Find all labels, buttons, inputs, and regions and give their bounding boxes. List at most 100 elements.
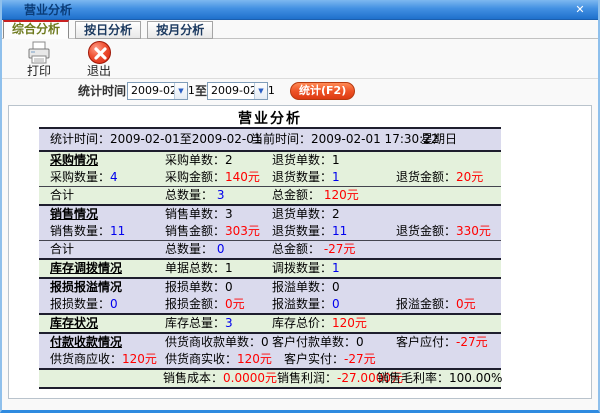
report-row: 采购数量：4采购金额：140元退货数量：1退货金额：20元 (39, 169, 501, 186)
print-button-label: 打印 (16, 65, 62, 77)
cell-label: 采购单数： (165, 153, 225, 167)
report-cell: 客户付款单数：0 (272, 334, 364, 351)
cell-value: 120元 (332, 316, 367, 330)
report-cell: 采购金额：140元 (165, 169, 260, 186)
report-cell: 销售情况 (50, 206, 98, 223)
cell-value: -27元 (344, 352, 376, 366)
cell-label: 统计时间：2009-02-01至2009-02-01 (50, 132, 261, 146)
report-cell: 报溢金额：0元 (396, 296, 476, 313)
cell-label: 调拨数量： (272, 261, 332, 275)
cell-value: -27元 (320, 242, 355, 256)
report-title: 营业分析 (39, 108, 501, 128)
cell-label: 采购数量： (50, 170, 110, 184)
cell-value: 1 (332, 261, 340, 275)
exit-button-label: 退出 (76, 65, 122, 77)
report-cell: 总金额： -27元 (272, 241, 355, 258)
report-cell: 库存状况 (50, 315, 98, 332)
report-cell: 报溢数量：0 (272, 296, 340, 313)
chevron-down-icon[interactable]: ▼ (254, 83, 267, 99)
report-section: 销售情况销售单数：3退货单数：2销售数量：11销售金额：303元退货数量：11退… (39, 206, 501, 260)
cell-label: 退货金额： (396, 170, 456, 184)
cell-label: 库存调拨情况 (50, 261, 122, 275)
report-cell: 销售成本：0.0000元 (163, 370, 277, 387)
cell-value: 3 (213, 188, 224, 202)
report-row: 合计总数量： 0总金额： -27元 (39, 241, 501, 258)
cell-value: 1 (332, 153, 340, 167)
cell-value: 11 (332, 224, 347, 238)
cell-label: 销售情况 (50, 207, 98, 221)
cell-label: 报损金额： (165, 297, 225, 311)
cell-label: 总金额： (272, 242, 320, 256)
report-row: 报损数量：0报损金额：0元报溢数量：0报溢金额：0元 (39, 296, 501, 313)
report-section: 销售成本：0.0000元销售利润：-27.0000元销售毛利率：100.00% (39, 370, 501, 389)
report-table: 统计时间：2009-02-01至2009-02-01当前时间：2009-02-0… (39, 127, 501, 389)
cell-value: 120元 (122, 352, 157, 366)
cell-value: 0 (332, 297, 340, 311)
close-icon[interactable]: ✕ (572, 2, 588, 18)
cell-value: 3 (225, 316, 233, 330)
cell-label: 报溢金额： (396, 297, 456, 311)
report-cell: 库存总量：3 (165, 315, 233, 332)
report-cell: 退货金额：20元 (396, 169, 483, 186)
exit-button[interactable]: 退出 (76, 40, 122, 77)
cell-label: 报溢数量： (272, 297, 332, 311)
cell-value: 2 (225, 153, 233, 167)
report-cell: 采购单数：2 (165, 152, 233, 169)
printer-icon (16, 41, 62, 65)
cell-label: 总金额： (272, 188, 320, 202)
cell-value: 0 (332, 280, 340, 294)
window-title: 营业分析 (24, 0, 72, 20)
report-cell: 销售单数：3 (165, 206, 233, 223)
cell-label: 退货单数： (272, 153, 332, 167)
report-cell: 当前时间：2009-02-01 17:30:22 (251, 129, 438, 150)
report-cell: 库存调拨情况 (50, 260, 122, 277)
report-row: 库存调拨情况单据总数：1调拨数量：1 (39, 260, 501, 277)
report-cell: 供货商实收：120元 (165, 351, 272, 368)
cell-label: 库存总价： (272, 316, 332, 330)
tab-monthly-analysis[interactable]: 按月分析 (147, 21, 213, 39)
cell-label: 合计 (50, 242, 74, 256)
report-row: 销售成本：0.0000元销售利润：-27.0000元销售毛利率：100.00% (39, 370, 501, 387)
cell-label: 客户应付： (396, 335, 456, 349)
to-date-combobox[interactable]: 2009-02-01 ▼ (207, 82, 268, 100)
exit-icon (76, 41, 122, 65)
from-date-combobox[interactable]: 2009-02-01 ▼ (127, 82, 188, 100)
cell-value: 120元 (237, 352, 272, 366)
cell-label: 客户实付： (284, 352, 344, 366)
report-row: 付款收款情况 供货商收款单数：0客户付款单数：0 客户应付：-27元 (39, 334, 501, 351)
title-bar: 营业分析 ✕ (2, 0, 598, 20)
cell-value: -27元 (456, 335, 488, 349)
report-row: 统计时间：2009-02-01至2009-02-01当前时间：2009-02-0… (39, 129, 501, 150)
report-cell: 报溢单数：0 (272, 279, 340, 296)
tab-comprehensive-analysis[interactable]: 综合分析 (3, 20, 69, 39)
cell-label: 报损报溢情况 (50, 280, 122, 294)
toolbar-separator (2, 78, 598, 79)
cell-value: 11 (110, 224, 125, 238)
cell-label: 客户付款单数： (272, 335, 356, 349)
cell-value: 0 (110, 297, 118, 311)
report-row: 销售情况销售单数：3退货单数：2 (39, 206, 501, 223)
chevron-down-icon[interactable]: ▼ (174, 83, 187, 99)
report-cell: 星期日 (421, 129, 457, 150)
cell-label: 供货商收款单数： (165, 335, 261, 349)
to-label: 至 (195, 82, 207, 100)
report-cell: 退货数量：1 (272, 169, 340, 186)
cell-value: 3 (225, 207, 233, 221)
tab-daily-analysis[interactable]: 按日分析 (75, 21, 141, 39)
statistics-button[interactable]: 统计(F2) (290, 82, 355, 100)
report-section: 付款收款情况供货商收款单数：0客户付款单数：0客户应付：-27元供货商应收：12… (39, 334, 501, 370)
report-cell: 总金额： 120元 (272, 187, 359, 204)
report-section: 报损报溢情况报损单数：0报溢单数：0报损数量：0报损金额：0元报溢数量：0报溢金… (39, 279, 501, 315)
cell-label: 销售成本： (163, 371, 223, 385)
cell-value: 0 (213, 242, 224, 256)
toolbar: 打印 退出 (2, 39, 598, 79)
cell-value: 140元 (225, 170, 260, 184)
print-button[interactable]: 打印 (16, 40, 62, 77)
cell-value: 0元 (456, 297, 476, 311)
cell-label: 销售利润： (277, 371, 337, 385)
report-cell: 付款收款情况 (50, 334, 122, 351)
report-cell: 采购情况 (50, 152, 98, 169)
report-cell: 报损数量：0 (50, 296, 118, 313)
report-cell: 供货商收款单数：0 (165, 334, 269, 351)
cell-value: 0元 (225, 297, 245, 311)
